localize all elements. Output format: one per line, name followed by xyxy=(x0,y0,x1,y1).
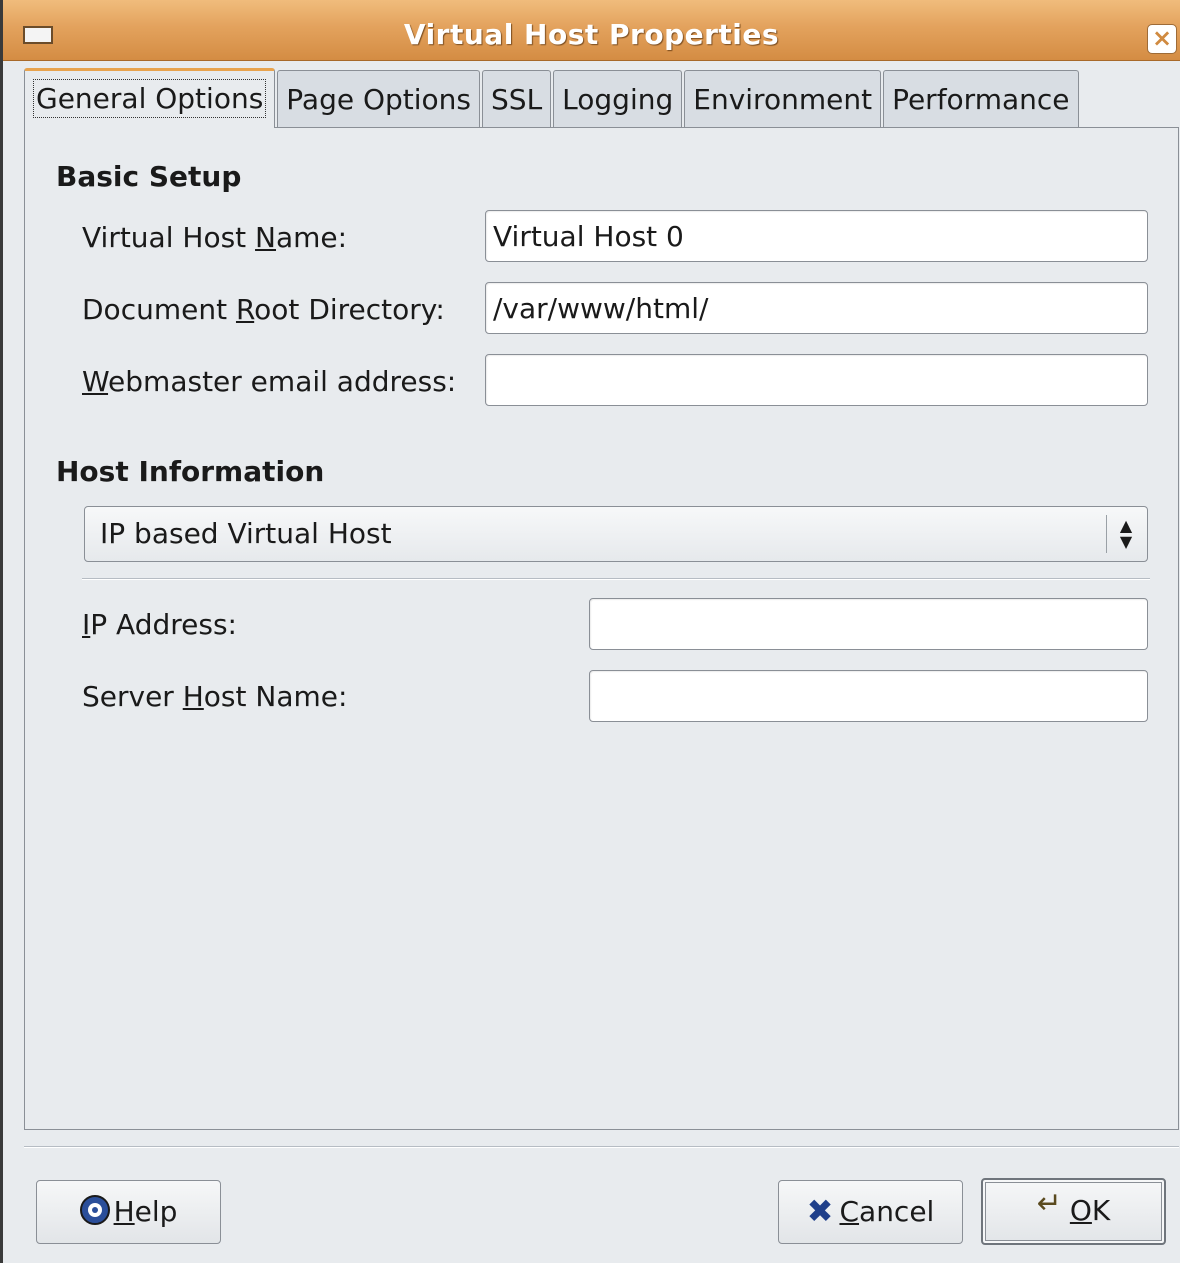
window-title: Virtual Host Properties xyxy=(403,18,780,51)
ok-label: K xyxy=(1091,1194,1111,1227)
tab-page-options[interactable]: Page Options xyxy=(277,70,481,128)
button-area-separator xyxy=(24,1146,1179,1148)
tab-label: General Options xyxy=(33,79,267,118)
host-type-value: IP based Virtual Host xyxy=(100,517,392,550)
basic-setup-heading: Basic Setup xyxy=(56,160,242,193)
ok-button[interactable]: ↵ OK xyxy=(981,1178,1166,1245)
tab-bar: General Options Page Options SSL Logging… xyxy=(24,68,1081,128)
webmaster-email-label: Webmaster email address: xyxy=(82,365,457,398)
server-host-name-input[interactable] xyxy=(589,670,1148,722)
title-bar[interactable]: Virtual Host Properties × xyxy=(3,0,1180,61)
host-information-heading: Host Information xyxy=(56,455,325,488)
virtual-host-name-input[interactable] xyxy=(485,210,1148,262)
tab-performance[interactable]: Performance xyxy=(883,70,1079,128)
general-options-panel: Basic Setup Virtual Host Name: Document … xyxy=(24,127,1179,1130)
help-button[interactable]: Help xyxy=(36,1180,221,1244)
tab-environment[interactable]: Environment xyxy=(684,70,882,128)
lifebuoy-icon xyxy=(79,1195,110,1225)
up-down-arrow-icon: ▲ ▼ xyxy=(1119,516,1133,551)
help-label: elp xyxy=(134,1195,178,1228)
enter-arrow-icon: ↵ xyxy=(1036,1186,1062,1221)
cancel-mnemonic: C xyxy=(839,1195,860,1228)
webmaster-email-input[interactable] xyxy=(485,354,1148,406)
document-root-label: Document Root Directory: xyxy=(82,293,445,326)
tab-ssl[interactable]: SSL xyxy=(482,70,552,128)
virtual-host-name-label: Virtual Host Name: xyxy=(82,221,348,254)
combo-separator xyxy=(1106,515,1107,553)
server-host-name-label: Server Host Name: xyxy=(82,680,348,713)
dialog-window: Virtual Host Properties × General Option… xyxy=(0,0,1180,1263)
ip-address-label: IP Address: xyxy=(82,608,237,641)
separator xyxy=(82,578,1150,580)
help-mnemonic: H xyxy=(113,1195,135,1228)
close-button[interactable]: × xyxy=(1147,24,1177,54)
ip-address-input[interactable] xyxy=(589,598,1148,650)
cancel-label: ancel xyxy=(859,1195,935,1228)
host-type-select[interactable]: IP based Virtual Host ▲ ▼ xyxy=(84,506,1148,562)
x-icon: ✖ xyxy=(806,1192,834,1230)
document-root-input[interactable] xyxy=(485,282,1148,334)
cancel-button[interactable]: ✖ Cancel xyxy=(778,1180,963,1244)
tab-logging[interactable]: Logging xyxy=(553,70,683,128)
ok-mnemonic: O xyxy=(1069,1194,1092,1227)
tab-general-options[interactable]: General Options xyxy=(24,68,276,128)
